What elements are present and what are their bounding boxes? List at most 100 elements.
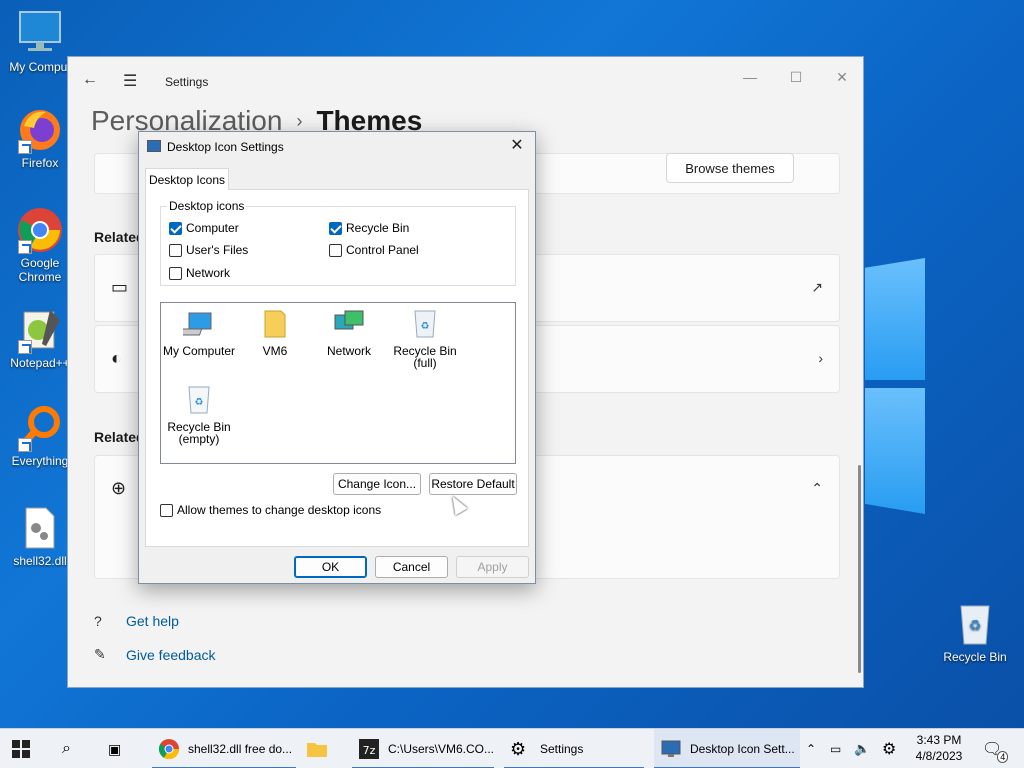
settings-scrollbar[interactable] xyxy=(858,465,861,673)
start-button[interactable] xyxy=(12,729,40,768)
change-icon-button[interactable]: Change Icon... xyxy=(333,473,421,495)
list-item[interactable]: ♻ Recycle Bin (full) xyxy=(387,309,463,369)
apply-button[interactable]: Apply xyxy=(456,556,529,578)
list-item[interactable]: VM6 xyxy=(237,309,313,357)
firefox-icon xyxy=(16,106,64,154)
list-item[interactable]: My Computer xyxy=(161,309,237,357)
monitor-icon xyxy=(16,10,64,58)
list-item[interactable]: ♻ Recycle Bin (empty) xyxy=(161,385,237,445)
taskbar: ⌕ ▣ shell32.dll free do... 7z C:\Users\V… xyxy=(0,728,1024,768)
checkbox-unchecked[interactable] xyxy=(329,243,342,257)
help-icon: ? xyxy=(94,613,102,629)
taskbar-item-7zip[interactable]: 7z C:\Users\VM6.CO... xyxy=(352,729,494,768)
my-computer-icon xyxy=(174,309,215,339)
window-title: Settings xyxy=(165,75,209,89)
desktop-icon-settings-dialog: Desktop Icon Settings ✕ Desktop Icons De… xyxy=(138,131,536,584)
cancel-button[interactable]: Cancel xyxy=(375,556,448,578)
list-item-label: Recycle Bin (full) xyxy=(393,344,457,370)
control-panel-checkbox[interactable]: Control Panel xyxy=(329,243,419,257)
list-item-label: VM6 xyxy=(262,344,288,358)
clock-date: 4/8/2023 xyxy=(915,749,963,763)
network-tray-icon[interactable]: ▭ xyxy=(830,729,846,768)
taskbar-item-chrome[interactable]: shell32.dll free do... xyxy=(152,729,296,768)
related-support-heading: Related xyxy=(94,429,145,445)
svg-text:♻: ♻ xyxy=(421,321,430,332)
dialog-title: Desktop Icon Settings xyxy=(167,140,284,154)
svg-text:7z: 7z xyxy=(363,744,376,757)
user-folder-icon xyxy=(259,309,291,339)
settings-titlebar: ← ☰ Settings — ☐ ✕ xyxy=(68,57,863,105)
allow-themes-checkbox[interactable]: Allow themes to change desktop icons xyxy=(160,503,381,517)
recycle-bin-checkbox[interactable]: Recycle Bin xyxy=(329,221,409,235)
notification-icon: 🗨 4 xyxy=(982,739,1009,763)
checkbox-checked[interactable] xyxy=(329,221,342,235)
dialog-close-button[interactable]: ✕ xyxy=(507,136,527,156)
list-item-label: Recycle Bin (empty) xyxy=(167,420,231,446)
network-icon xyxy=(333,309,365,339)
desktop-icon-settings-icon xyxy=(661,740,681,757)
browse-themes-button[interactable]: Browse themes xyxy=(666,153,794,183)
close-window-button[interactable]: ✕ xyxy=(832,67,852,87)
recycle-bin-icon: ♻ xyxy=(951,600,999,648)
back-arrow-icon[interactable]: ← xyxy=(82,71,100,89)
checkbox-label: Computer xyxy=(186,221,239,235)
related-settings-heading: Related xyxy=(94,229,145,245)
chevron-up-icon: ⌃ xyxy=(811,480,823,496)
desktop-icons-groupbox: Desktop icons Computer Recycle Bin User'… xyxy=(160,199,516,286)
external-link-icon: ↗ xyxy=(811,279,823,295)
checkbox-unchecked[interactable] xyxy=(160,503,173,517)
list-item-label: Network xyxy=(326,344,371,358)
taskbar-item-label: Settings xyxy=(540,742,584,756)
desktop-icon-recycle-bin[interactable]: ♻ Recycle Bin xyxy=(935,600,1015,664)
svg-text:♻: ♻ xyxy=(195,397,204,408)
recycle-bin-full-icon: ♻ xyxy=(409,309,441,339)
chevron-up-icon[interactable]: ⌃ xyxy=(806,729,822,768)
folder-icon xyxy=(307,743,327,757)
taskbar-item-label: shell32.dll free do... xyxy=(188,742,293,756)
maximize-button[interactable]: ☐ xyxy=(786,67,806,87)
get-help-label: Get help xyxy=(126,613,179,629)
desktop-wallpaper-logo xyxy=(865,258,925,514)
search-icon[interactable]: ⌕ xyxy=(62,729,86,768)
svg-text:♻: ♻ xyxy=(969,618,982,634)
checkbox-unchecked[interactable] xyxy=(169,243,182,257)
users-files-checkbox[interactable]: User's Files xyxy=(169,243,248,257)
contrast-icon: ◐ xyxy=(111,348,122,368)
gear-tray-icon[interactable]: ⚙ xyxy=(882,729,900,768)
network-checkbox[interactable]: Network xyxy=(169,266,230,280)
computer-checkbox[interactable]: Computer xyxy=(169,221,239,235)
breadcrumb-chevron-icon: › xyxy=(296,110,303,131)
checkbox-label: Network xyxy=(186,266,231,280)
groupbox-legend: Desktop icons xyxy=(167,199,247,213)
globe-icon: ⊕ xyxy=(111,478,127,498)
give-feedback-link[interactable]: ✎ Give feedback xyxy=(94,646,216,663)
checkbox-checked[interactable] xyxy=(169,221,182,235)
feedback-icon: ✎ xyxy=(94,646,106,662)
taskbar-item-file-explorer[interactable] xyxy=(306,729,342,768)
taskbar-item-label: Desktop Icon Sett... xyxy=(690,742,795,756)
desktop-icon-list[interactable]: My Computer VM6 Network ♻ Recycle Bin (f… xyxy=(160,302,516,464)
checkbox-label: Allow themes to change desktop icons xyxy=(177,503,382,517)
7zip-icon: 7z xyxy=(358,739,379,759)
dialog-app-icon xyxy=(147,140,161,152)
list-item[interactable]: Network xyxy=(311,309,387,357)
search-magnifier-icon xyxy=(16,404,64,452)
taskbar-clock[interactable]: 3:43 PM 4/8/2023 xyxy=(906,732,972,764)
taskbar-item-desktop-icon-settings[interactable]: Desktop Icon Sett... xyxy=(654,729,800,768)
hamburger-menu-icon[interactable]: ☰ xyxy=(123,71,141,90)
ok-button[interactable]: OK xyxy=(294,556,367,578)
restore-default-button[interactable]: Restore Default xyxy=(429,473,517,495)
checkbox-unchecked[interactable] xyxy=(169,266,182,280)
chrome-icon xyxy=(16,206,64,254)
task-view-icon[interactable]: ▣ xyxy=(108,729,132,768)
minimize-button[interactable]: — xyxy=(740,67,760,87)
notification-center-button[interactable]: 🗨 4 xyxy=(982,729,1012,768)
taskbar-item-settings[interactable]: ⚙ Settings xyxy=(504,729,644,768)
desktop-icon-label: Recycle Bin xyxy=(943,650,1007,664)
tab-desktop-icons[interactable]: Desktop Icons xyxy=(145,168,229,190)
volume-icon[interactable]: 🔈 xyxy=(854,729,870,768)
recycle-bin-empty-icon: ♻ xyxy=(183,385,215,415)
checkbox-label: Control Panel xyxy=(346,243,419,257)
windows-start-icon xyxy=(12,740,30,758)
get-help-link[interactable]: ? Get help xyxy=(94,613,179,629)
